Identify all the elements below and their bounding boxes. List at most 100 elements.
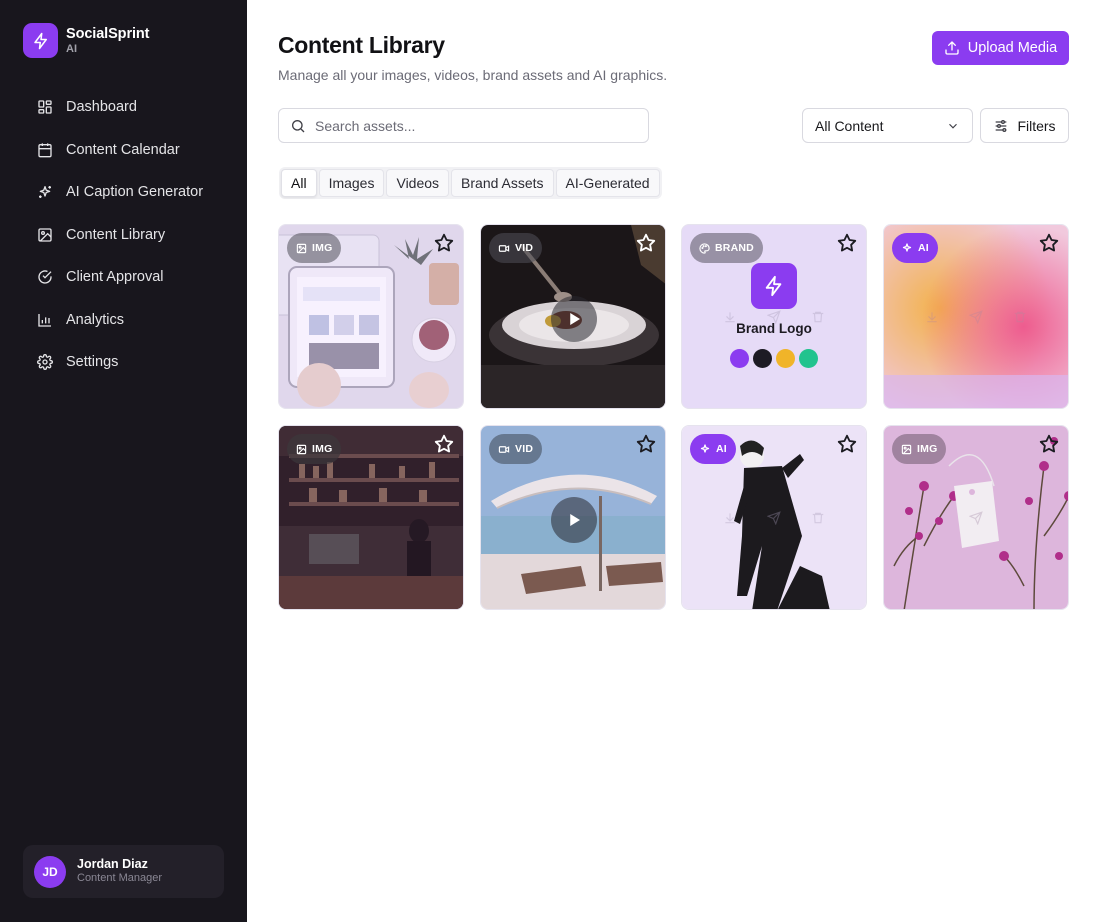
- chevron-down-icon: [949, 123, 957, 129]
- asset-card[interactable]: IMG: [278, 425, 464, 610]
- sidebar-item-analytics[interactable]: Analytics: [23, 299, 223, 342]
- user-role: Content Manager: [77, 872, 162, 885]
- sidebar-item-label: Settings: [66, 354, 119, 371]
- bolt-icon: [751, 263, 797, 309]
- play-icon: [570, 514, 580, 526]
- star-icon[interactable]: [1038, 433, 1060, 455]
- tab-images[interactable]: Images: [318, 169, 385, 197]
- star-icon[interactable]: [635, 433, 657, 455]
- avatar: JD: [34, 855, 66, 888]
- check-circle-icon: [38, 270, 52, 284]
- download-icon[interactable]: [718, 506, 742, 530]
- sidebar-item-settings[interactable]: Settings: [23, 341, 223, 384]
- send-icon[interactable]: [964, 305, 988, 329]
- play-button[interactable]: [551, 296, 597, 342]
- sidebar-item-dashboard[interactable]: Dashboard: [23, 86, 223, 129]
- image-icon: [296, 444, 307, 454]
- star-icon[interactable]: [433, 433, 455, 455]
- star-icon[interactable]: [836, 232, 858, 254]
- sidebar-item-label: Dashboard: [66, 99, 137, 116]
- video-icon: [498, 244, 510, 252]
- sidebar-item-client-approval[interactable]: Client Approval: [23, 256, 223, 299]
- brand[interactable]: SocialSprint AI: [23, 23, 150, 58]
- play-button[interactable]: [551, 497, 597, 543]
- asset-type-badge: AI: [690, 434, 736, 464]
- tab-ai-generated[interactable]: AI-Generated: [555, 169, 660, 197]
- star-icon[interactable]: [836, 433, 858, 455]
- color-swatch: [776, 349, 795, 368]
- brand-color-swatches: [730, 349, 818, 368]
- sidebar-item-content-library[interactable]: Content Library: [23, 214, 223, 257]
- search-box[interactable]: [278, 108, 649, 143]
- gear-icon: [37, 354, 53, 371]
- dashboard-icon: [38, 100, 52, 114]
- sidebar-item-label: Client Approval: [66, 269, 164, 286]
- tab-brand-assets[interactable]: Brand Assets: [451, 169, 554, 197]
- sparkles-icon: [700, 444, 710, 453]
- asset-type-badge: VID: [489, 233, 543, 263]
- content-type-select[interactable]: All Content: [802, 108, 973, 143]
- image-icon: [901, 444, 912, 454]
- trash-icon[interactable]: [1008, 305, 1032, 329]
- asset-type-badge: IMG: [287, 233, 342, 263]
- asset-actions: [884, 305, 1068, 329]
- asset-card[interactable]: Brand Logo BRAND: [681, 224, 867, 409]
- image-icon: [296, 243, 307, 253]
- brand-name: SocialSprint: [66, 25, 150, 42]
- sidebar: SocialSprint AI Dashboard Content Calend…: [0, 0, 247, 922]
- asset-type-badge: VID: [489, 434, 543, 464]
- asset-actions: [682, 506, 866, 530]
- color-swatch: [730, 349, 749, 368]
- content-type-select-value: All Content: [815, 117, 884, 134]
- search-icon: [292, 119, 305, 132]
- upload-media-button[interactable]: Upload Media: [932, 31, 1069, 65]
- asset-type-badge: AI: [892, 233, 938, 263]
- calendar-icon: [38, 143, 52, 158]
- asset-card[interactable]: AI: [681, 425, 867, 610]
- page-title: Content Library: [278, 32, 445, 58]
- user-name: Jordan Diaz: [77, 857, 148, 872]
- star-icon[interactable]: [1038, 232, 1060, 254]
- send-icon[interactable]: [964, 506, 988, 530]
- asset-card[interactable]: AI: [883, 224, 1069, 409]
- star-icon[interactable]: [433, 232, 455, 254]
- user-card[interactable]: JD Jordan Diaz Content Manager: [23, 845, 224, 898]
- star-icon[interactable]: [635, 232, 657, 254]
- bar-chart-icon: [38, 313, 51, 327]
- color-swatch: [753, 349, 772, 368]
- sidebar-item-label: Content Library: [66, 226, 166, 243]
- trash-icon[interactable]: [806, 506, 830, 530]
- sidebar-item-content-calendar[interactable]: Content Calendar: [23, 129, 223, 172]
- asset-card[interactable]: IMG: [278, 224, 464, 409]
- download-icon[interactable]: [920, 305, 944, 329]
- color-swatch: [799, 349, 818, 368]
- asset-type-badge: IMG: [892, 434, 947, 464]
- upload-icon: [945, 41, 959, 55]
- sparkles-icon: [902, 243, 912, 252]
- sidebar-item-label: Content Calendar: [66, 141, 180, 158]
- content-tabs: All Images Videos Brand Assets AI-Genera…: [279, 167, 662, 199]
- bolt-icon: [23, 23, 58, 58]
- sidebar-nav: Dashboard Content Calendar AI Caption Ge…: [23, 86, 223, 384]
- filters-label: Filters: [1017, 117, 1056, 134]
- asset-card[interactable]: VID: [480, 224, 666, 409]
- sparkles-icon: [39, 186, 51, 199]
- tab-videos[interactable]: Videos: [386, 169, 450, 197]
- palette-icon: [699, 242, 710, 254]
- brand-asset-preview: Brand Logo: [682, 263, 866, 368]
- sidebar-item-label: AI Caption Generator: [66, 184, 204, 201]
- play-icon: [570, 313, 580, 325]
- page-subtitle: Manage all your images, videos, brand as…: [278, 67, 668, 83]
- filters-button[interactable]: Filters: [980, 108, 1069, 143]
- sidebar-item-ai-caption-generator[interactable]: AI Caption Generator: [23, 171, 223, 214]
- asset-card[interactable]: IMG: [883, 425, 1069, 610]
- search-input[interactable]: [315, 117, 615, 134]
- asset-card[interactable]: VID: [480, 425, 666, 610]
- sidebar-item-label: Analytics: [66, 311, 125, 328]
- asset-actions: [884, 506, 1068, 530]
- brand-sub: AI: [66, 42, 77, 55]
- image-icon: [38, 228, 52, 242]
- send-icon[interactable]: [762, 506, 786, 530]
- tab-all[interactable]: All: [281, 169, 317, 197]
- video-icon: [498, 445, 510, 453]
